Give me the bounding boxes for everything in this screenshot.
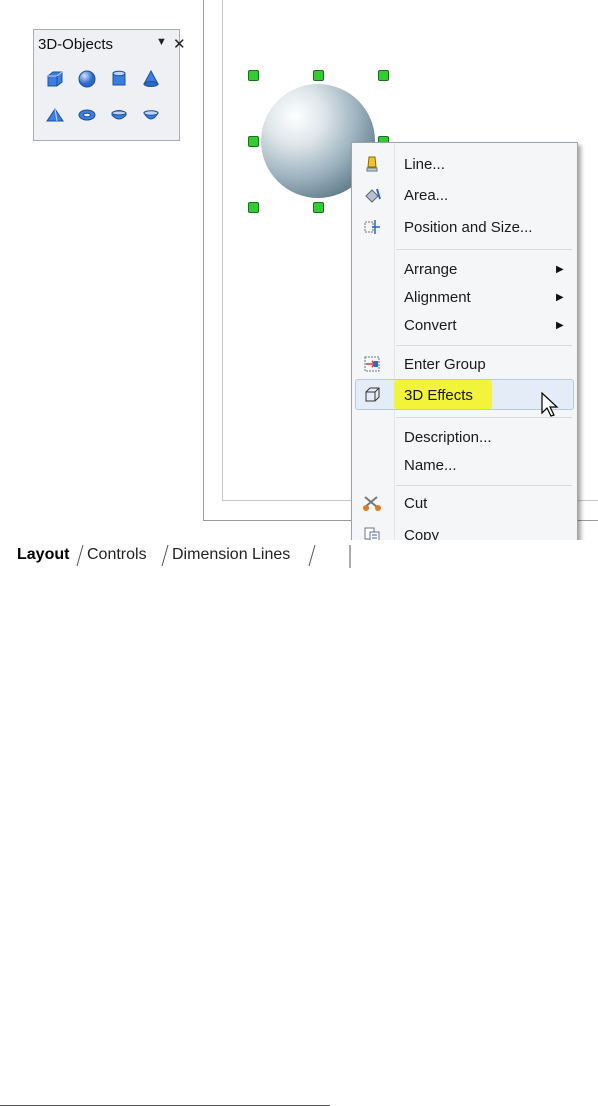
- area-icon: [362, 185, 382, 205]
- enter-group-icon: [362, 354, 382, 374]
- menu-item-cut[interactable]: Cut: [352, 489, 577, 517]
- toolbar-close-icon[interactable]: ✕: [173, 35, 186, 53]
- cylinder-icon[interactable]: [106, 66, 132, 92]
- selection-handle[interactable]: [313, 70, 324, 81]
- cut-icon: [362, 493, 382, 513]
- menu-item-alignment[interactable]: Alignment ▶: [352, 283, 577, 311]
- 3d-objects-toolbar[interactable]: 3D-Objects ▼ ✕: [33, 29, 186, 141]
- menu-item-arrange[interactable]: Arrange ▶: [352, 255, 577, 283]
- menu-item-line[interactable]: Line...: [352, 150, 577, 178]
- selection-handle[interactable]: [378, 70, 389, 81]
- selection-handle[interactable]: [313, 202, 324, 213]
- shell-icon[interactable]: [106, 102, 132, 128]
- menu-item-enter-group[interactable]: Enter Group: [352, 350, 577, 378]
- menu-item-name[interactable]: Name...: [352, 451, 577, 479]
- submenu-arrow-icon: ▶: [556, 263, 564, 275]
- selection-handle[interactable]: [248, 136, 259, 147]
- selection-handle[interactable]: [248, 202, 259, 213]
- toolbar-menu-icon[interactable]: ▼: [156, 36, 167, 48]
- menu-item-convert[interactable]: Convert ▶: [352, 311, 577, 339]
- sphere-icon[interactable]: [74, 66, 100, 92]
- submenu-arrow-icon: ▶: [556, 319, 564, 331]
- tab-separators: [76, 544, 351, 568]
- line-icon: [362, 154, 382, 174]
- cube-icon[interactable]: [42, 66, 68, 92]
- half-sphere-icon[interactable]: [138, 102, 164, 128]
- mouse-cursor-icon: [541, 391, 559, 422]
- menu-item-description[interactable]: Description...: [352, 423, 577, 451]
- torus-icon[interactable]: [74, 102, 100, 128]
- menu-item-area[interactable]: Area...: [352, 181, 577, 209]
- selection-handle[interactable]: [248, 70, 259, 81]
- pyramid-icon[interactable]: [42, 102, 68, 128]
- cone-icon[interactable]: [138, 66, 164, 92]
- menu-item-position-size[interactable]: Position and Size...: [352, 213, 577, 241]
- toolbar-title: 3D-Objects: [38, 36, 114, 53]
- 3d-effects-label-overlay: 3D Effects: [404, 386, 473, 404]
- submenu-arrow-icon: ▶: [556, 291, 564, 303]
- context-menu: Line... Area... Position and Size... Arr…: [351, 142, 578, 551]
- position-size-icon: [362, 217, 382, 237]
